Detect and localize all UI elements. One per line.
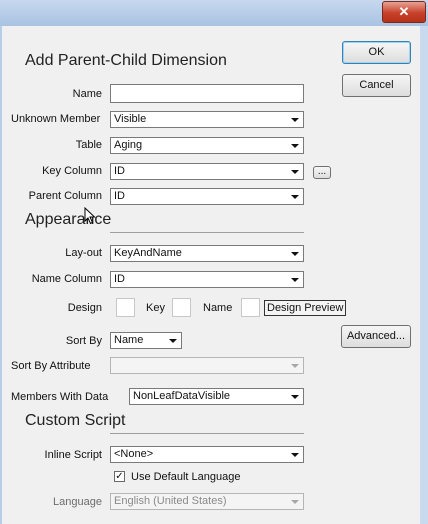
dropdown-arrow-icon <box>291 395 299 399</box>
table-value: Aging <box>114 139 143 151</box>
table-label: Table <box>75 139 102 151</box>
appearance-heading: Appearance <box>25 211 112 228</box>
unknown-member-label: Unknown Member <box>11 113 101 125</box>
sort-by-attribute-select[interactable] <box>110 357 304 374</box>
dropdown-arrow-icon <box>291 278 299 282</box>
table-select[interactable]: Aging <box>110 137 304 154</box>
members-with-data-label: Members With Data <box>11 391 109 403</box>
language-select[interactable]: English (United States) <box>110 493 304 510</box>
dropdown-arrow-icon <box>291 453 299 457</box>
dropdown-arrow-icon <box>291 170 299 174</box>
members-with-data-select[interactable]: NonLeafDataVisible <box>129 388 304 405</box>
design-key-label: Key <box>146 302 165 314</box>
unknown-member-select[interactable]: Visible <box>110 111 304 128</box>
language-label: Language <box>53 496 102 508</box>
dropdown-arrow-icon <box>291 195 299 199</box>
use-default-language-checkbox[interactable]: ✓ <box>114 471 125 482</box>
design-preview: Design Preview <box>264 300 347 316</box>
section-divider <box>110 232 304 233</box>
custom-script-heading: Custom Script <box>25 412 126 429</box>
design-name-swatch[interactable] <box>241 298 260 317</box>
sort-by-value: Name <box>114 334 144 346</box>
language-value: English (United States) <box>114 495 227 507</box>
design-label: Design <box>67 302 102 314</box>
layout-label: Lay-out <box>65 247 102 259</box>
close-icon[interactable]: ✕ <box>382 1 426 23</box>
design-name-label: Name <box>203 302 233 314</box>
name-column-select[interactable]: ID <box>110 271 304 288</box>
browse-button[interactable]: ... <box>313 166 331 179</box>
dropdown-arrow-icon <box>291 252 299 256</box>
use-default-language-label: Use Default Language <box>131 471 241 483</box>
name-label: Name <box>72 88 102 100</box>
parent-column-value: ID <box>114 190 125 202</box>
inline-script-select[interactable]: <None> <box>110 446 304 463</box>
section-divider <box>110 433 304 434</box>
dropdown-arrow-icon <box>291 364 299 368</box>
name-input[interactable] <box>110 84 304 103</box>
mouse-cursor-icon <box>84 207 96 225</box>
cancel-button[interactable]: Cancel <box>342 74 411 97</box>
design-key-swatch[interactable] <box>172 298 191 317</box>
advanced-button[interactable]: Advanced... <box>341 325 411 348</box>
sort-by-attribute-label: Sort By Attribute <box>11 360 91 372</box>
parent-column-select[interactable]: ID <box>110 188 304 205</box>
ok-button[interactable]: OK <box>342 41 411 64</box>
name-column-label: Name Column <box>31 273 102 285</box>
unknown-member-value: Visible <box>114 113 147 125</box>
dropdown-arrow-icon <box>169 339 177 343</box>
dropdown-arrow-icon <box>291 500 299 504</box>
sort-by-label: Sort By <box>65 335 102 347</box>
key-column-value: ID <box>114 165 125 177</box>
parent-column-label: Parent Column <box>28 190 102 202</box>
inline-script-value: <None> <box>114 448 154 460</box>
design-swatch[interactable] <box>116 298 135 317</box>
dropdown-arrow-icon <box>291 118 299 122</box>
dialog-title: Add Parent-Child Dimension <box>25 52 227 69</box>
key-column-label: Key Column <box>42 165 102 177</box>
key-column-select[interactable]: ID <box>110 163 304 180</box>
name-column-value: ID <box>114 273 125 285</box>
window-titlebar: ✕ <box>0 0 428 26</box>
layout-select[interactable]: KeyAndName <box>110 245 304 262</box>
sort-by-select[interactable]: Name <box>110 332 182 349</box>
inline-script-label: Inline Script <box>44 449 102 461</box>
dropdown-arrow-icon <box>291 144 299 148</box>
members-with-data-value: NonLeafDataVisible <box>133 390 231 402</box>
layout-value: KeyAndName <box>114 247 182 259</box>
